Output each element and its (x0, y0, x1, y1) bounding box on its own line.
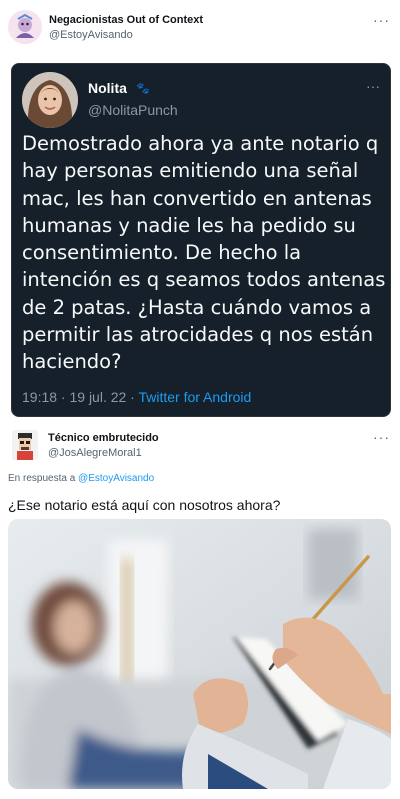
quoted-more-icon[interactable]: ··· (366, 78, 380, 94)
reply-author-avatar[interactable] (12, 430, 38, 460)
reply-author-handle[interactable]: @JosAlegreMoral1 (48, 447, 142, 459)
reply-more-icon[interactable]: ··· (373, 429, 390, 445)
quoted-source-link[interactable]: Twitter for Android (138, 389, 251, 405)
original-tweet-header: Negacionistas Out of Context @EstoyAvisa… (0, 0, 400, 50)
quoted-author-name[interactable]: Nolita (88, 80, 127, 96)
paw-icon: 🐾 (136, 83, 150, 95)
in-reply-handle-link[interactable]: @EstoyAvisando (78, 473, 154, 484)
original-author-name[interactable]: Negacionistas Out of Context (49, 14, 203, 26)
reply-author-name[interactable]: Técnico embrutecido (48, 432, 159, 444)
quoted-author-avatar[interactable] (22, 72, 78, 128)
reply-attached-photo[interactable] (8, 519, 391, 789)
original-more-icon[interactable]: ··· (373, 12, 390, 28)
quoted-timestamp[interactable]: 19:18 · 19 jul. 22 · (22, 389, 138, 405)
quoted-author-handle[interactable]: @NolitaPunch (88, 102, 178, 118)
quoted-tweet-meta: 19:18 · 19 jul. 22 · Twitter for Android (22, 389, 251, 405)
original-author-avatar[interactable] (8, 10, 42, 44)
reply-tweet-header: Técnico embrutecido @JosAlegreMoral1 ··· (0, 424, 400, 464)
quoted-tweet-text: Demostrado ahora ya ante notario q hay p… (22, 132, 386, 374)
original-author-handle[interactable]: @EstoyAvisando (49, 29, 133, 41)
quoted-tweet-card[interactable]: Nolita 🐾 @NolitaPunch ··· Demostrado aho… (11, 63, 391, 417)
reply-tweet-text: ¿Ese notario está aquí con nosotros ahor… (8, 497, 281, 513)
in-reply-to: En respuesta a @EstoyAvisando (8, 473, 154, 484)
in-reply-prefix: En respuesta a (8, 473, 79, 484)
